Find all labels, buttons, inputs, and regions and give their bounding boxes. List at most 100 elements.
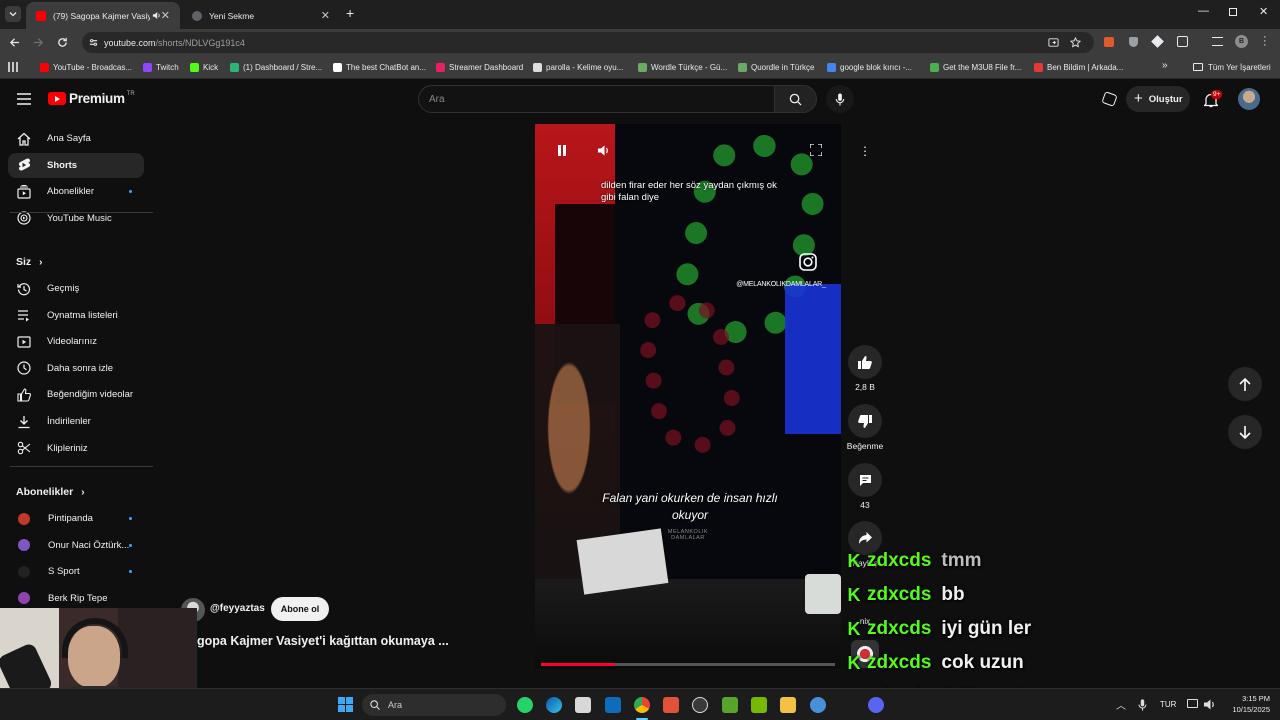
close-tab-icon[interactable]: ✕	[161, 9, 170, 22]
bookmark-item[interactable]: Ben Bildim | Arkada...	[1034, 60, 1123, 74]
subscription-item[interactable]: Pintipanda	[8, 506, 144, 531]
sidebar-item[interactable]: Daha sonra izle	[8, 356, 144, 381]
edge-icon[interactable]	[546, 697, 562, 713]
app-green-icon[interactable]	[722, 697, 738, 713]
bookmark-star-icon[interactable]	[1070, 37, 1081, 48]
fullscreen-button[interactable]	[805, 139, 827, 161]
subscription-item[interactable]: S Sport	[8, 559, 144, 584]
reload-icon[interactable]	[57, 37, 68, 48]
bookmark-item[interactable]: google blok kırıcı -...	[827, 60, 912, 74]
account-avatar[interactable]	[1238, 88, 1260, 110]
tab-search-button[interactable]	[5, 6, 21, 22]
speaker-icon[interactable]	[152, 11, 161, 20]
shield-icon[interactable]	[1129, 37, 1138, 47]
tab-youtube-shorts[interactable]: (79) Sagopa Kajmer Vasiyeti ✕	[26, 2, 180, 29]
close-tab-icon[interactable]: ✕	[321, 9, 330, 22]
keyboard-language[interactable]: TUR	[1160, 700, 1176, 709]
dislike-button[interactable]	[848, 404, 882, 438]
discord-icon[interactable]	[868, 697, 884, 713]
network-icon[interactable]	[1187, 699, 1198, 708]
sidebar-item[interactable]: Klipleriniz	[8, 436, 144, 461]
chat-message: Kzdxcds cok uzun	[845, 648, 1024, 678]
browser-menu-icon[interactable]: · · ·	[1263, 32, 1267, 51]
sidebar-item[interactable]: Beğendiğim videolar	[8, 382, 144, 407]
back-icon[interactable]	[9, 37, 20, 48]
volume-icon[interactable]	[1204, 699, 1216, 710]
obs-icon[interactable]	[692, 697, 708, 713]
comments-button[interactable]	[848, 463, 882, 497]
bookmark-item[interactable]: YouTube - Broadcas...	[40, 60, 132, 74]
extension-diamond-icon[interactable]	[1151, 35, 1164, 48]
sidebar-item[interactable]: Shorts	[8, 152, 144, 178]
next-short-button[interactable]	[1228, 415, 1262, 449]
sidebar-item[interactable]: Geçmiş	[8, 276, 144, 301]
bookmark-item[interactable]: Quordle in Türkçe	[738, 60, 814, 74]
notifications-button[interactable]: 9+	[1203, 90, 1223, 108]
bookmark-item[interactable]: (1) Dashboard / Stre...	[230, 60, 322, 74]
bookmark-item[interactable]: Twitch	[143, 60, 179, 74]
extension-icon[interactable]	[1104, 37, 1114, 47]
store-icon[interactable]	[575, 697, 591, 713]
arrow-down-icon	[1239, 425, 1251, 439]
minimize-button[interactable]: —	[1198, 5, 1209, 17]
bookmark-item[interactable]: Kick	[190, 60, 218, 74]
search-button[interactable]	[774, 85, 817, 113]
address-bar[interactable]: youtube.com/shorts/NDLVGg191c4	[82, 32, 1094, 53]
app-blue-icon[interactable]	[810, 697, 826, 713]
extensions-puzzle-icon[interactable]	[1177, 36, 1188, 47]
youtube-premium-logo[interactable]: Premium TR	[48, 91, 135, 106]
bookmark-item[interactable]: parolla - Kelime oyu...	[533, 60, 623, 74]
subscribe-button[interactable]: Abone ol	[271, 597, 329, 621]
cast-icon[interactable]	[1048, 37, 1059, 48]
new-tab-button[interactable]: +	[346, 5, 354, 21]
close-window-button[interactable]: ✕	[1259, 5, 1268, 18]
short-video-player[interactable]: dilden firar eder her söz yaydan çıkmış …	[535, 124, 841, 669]
forward-icon[interactable]	[33, 37, 44, 48]
subscription-item[interactable]: Onur Naci Öztürk...	[8, 533, 144, 558]
sidebar-item[interactable]: Ana Sayfa	[8, 126, 144, 151]
search-box[interactable]: Ara	[418, 85, 775, 113]
menu-icon[interactable]	[17, 93, 31, 105]
sidebar-item[interactable]: Videolarınız	[8, 329, 144, 354]
show-hidden-icons[interactable]: ︿	[1116, 697, 1126, 712]
sidebar-item[interactable]: Oynatma listeleri	[8, 303, 144, 328]
volume-button[interactable]	[591, 138, 617, 162]
short-title[interactable]: gopa Kajmer Vasiyet'i kağıttan okumaya .…	[197, 634, 449, 648]
sidebar-item[interactable]: İndirilenler	[8, 409, 144, 434]
clock[interactable]: 3:15 PM 10/15/2025	[1222, 693, 1270, 715]
whatsapp-icon[interactable]	[517, 697, 533, 713]
file-explorer-icon[interactable]	[780, 697, 796, 713]
sidebar-item[interactable]: Abonelikler	[8, 179, 144, 204]
pause-button[interactable]	[549, 138, 575, 162]
nvidia-icon[interactable]	[751, 697, 767, 713]
progress-track[interactable]	[541, 663, 835, 666]
profile-avatar[interactable]: B	[1235, 35, 1248, 48]
maximize-button[interactable]	[1229, 8, 1237, 16]
more-actions-button[interactable]: · · ·	[850, 136, 880, 166]
outlook-icon[interactable]	[605, 697, 621, 713]
cast-sparkle-icon[interactable]	[1101, 91, 1118, 107]
subscriptions-section-header[interactable]: Abonelikler ›	[16, 486, 85, 498]
chrome-icon[interactable]	[634, 697, 650, 713]
bookmark-item[interactable]: Get the M3U8 File fr...	[930, 60, 1021, 74]
sidebar-item[interactable]: YouTube Music	[8, 206, 144, 231]
streamlabs-icon[interactable]	[663, 697, 679, 713]
reading-list-icon[interactable]	[1212, 37, 1223, 46]
microphone-icon[interactable]	[1138, 699, 1147, 711]
channel-handle[interactable]: @feyyaztas	[210, 603, 265, 614]
start-button[interactable]	[338, 697, 353, 712]
apps-grid-icon[interactable]	[8, 62, 18, 72]
bookmarks-overflow-icon[interactable]: »	[1162, 60, 1168, 71]
bookmark-item[interactable]: The best ChatBot an...	[333, 60, 426, 74]
all-bookmarks-folder[interactable]: Tüm Yer İşaretleri	[1193, 60, 1271, 74]
like-button[interactable]	[848, 345, 882, 379]
tab-new-tab[interactable]: Yeni Sekme ✕	[182, 2, 340, 29]
you-section-header[interactable]: Siz ›	[16, 256, 43, 268]
voice-search-button[interactable]	[826, 85, 854, 113]
bookmark-item[interactable]: Wordle Türkçe - Gü...	[638, 60, 727, 74]
create-button[interactable]: + Oluştur	[1126, 86, 1190, 112]
previous-short-button[interactable]	[1228, 367, 1262, 401]
bookmark-item[interactable]: Streamer Dashboard	[436, 60, 523, 74]
site-info-icon[interactable]	[89, 38, 98, 47]
taskbar-search[interactable]: Ara	[362, 694, 506, 716]
